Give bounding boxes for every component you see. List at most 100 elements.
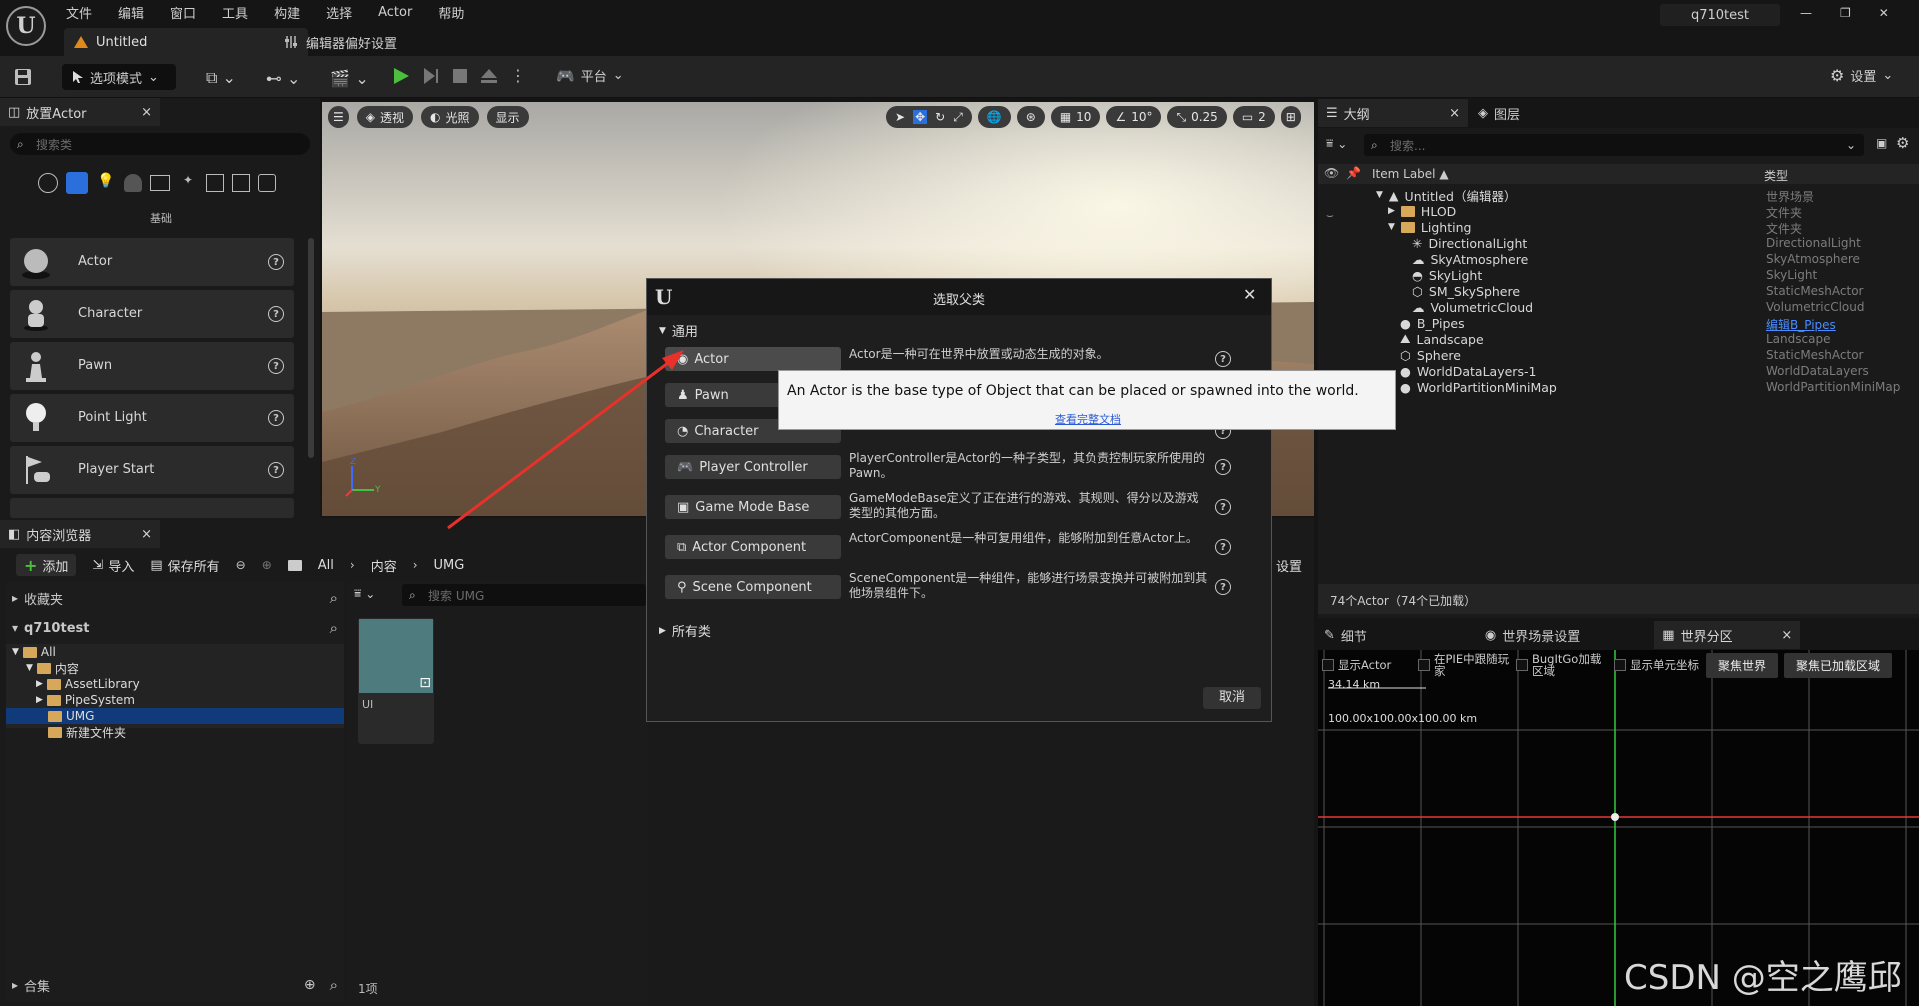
cinematics-icon[interactable]: 🎬 ⌄ — [330, 69, 368, 88]
help-icon[interactable]: ? — [268, 462, 284, 478]
content-settings-button[interactable]: 设置 — [1276, 556, 1302, 575]
favorites-header[interactable]: ▸ 收藏夹 ⌕ — [12, 588, 338, 608]
close-icon[interactable]: ✕ — [1243, 285, 1256, 304]
add-actor-icon[interactable]: ⧉ ⌄ — [206, 68, 236, 88]
menu-actor[interactable]: Actor — [378, 5, 412, 20]
select-tool-icon[interactable]: ➤ — [895, 110, 905, 124]
close-icon[interactable]: × — [1781, 628, 1792, 643]
menu-file[interactable]: 文件 — [66, 3, 92, 22]
world-local-toggle[interactable]: 🌐 — [977, 106, 1011, 128]
tab-outliner[interactable]: ☰ 大纲 × — [1318, 99, 1468, 127]
filter-dropdown[interactable]: ⩸ ⌄ — [354, 586, 375, 601]
recent-icon[interactable] — [38, 173, 58, 193]
column-type[interactable]: 类型 — [1764, 167, 1788, 184]
basic-icon[interactable] — [66, 172, 88, 194]
menu-build[interactable]: 构建 — [274, 3, 300, 22]
column-item-label[interactable]: Item Label ▲ — [1372, 167, 1449, 181]
tree-item-all[interactable]: ▼ All — [6, 644, 344, 660]
show-button[interactable]: 显示 — [486, 106, 529, 128]
help-icon[interactable]: ? — [268, 254, 284, 270]
add-folder-icon[interactable]: ▣ — [1876, 136, 1887, 150]
settings-dropdown[interactable]: ⚙ 设置 ⌄ — [1830, 66, 1893, 85]
path-all[interactable]: All — [318, 558, 334, 573]
add-collection-icon[interactable]: ⊕ — [304, 977, 316, 993]
search-icon[interactable]: ⌕ — [330, 619, 338, 637]
help-icon[interactable]: ? — [1215, 459, 1231, 475]
close-icon[interactable]: × — [141, 527, 152, 542]
viewport-layout-button[interactable]: ⊞ — [1280, 106, 1301, 128]
tree-item-new-folder[interactable]: 新建文件夹 — [6, 724, 344, 740]
outliner-row-worldpartitionminimap[interactable]: ● WorldPartitionMiniMap — [1400, 378, 1557, 396]
project-header[interactable]: ▾ q710test ⌕ — [12, 618, 338, 638]
asset-search-input[interactable]: ⌕ 搜索 UMG — [402, 584, 646, 606]
help-icon[interactable]: ? — [1215, 499, 1231, 515]
cell-coords-checkbox[interactable]: 显示单元坐标 — [1614, 659, 1700, 671]
asset-tile-ui[interactable]: ⊡ UI — [358, 618, 434, 744]
shapes-icon[interactable] — [124, 174, 142, 192]
all-classes-icon[interactable] — [258, 174, 276, 192]
place-actor-point-light[interactable]: Point Light ? — [10, 394, 294, 442]
focus-loaded-button[interactable]: 聚焦已加载区域 — [1784, 652, 1893, 678]
tab-world-partition[interactable]: ▦ 世界分区 × — [1654, 621, 1801, 649]
tab-world-settings[interactable]: ◉ 世界场景设置 — [1485, 626, 1580, 645]
menu-tools[interactable]: 工具 — [222, 3, 248, 22]
grid-snap-button[interactable]: ▦ 10 — [1050, 106, 1101, 128]
blueprint-icon[interactable]: ⊷ ⌄ — [266, 69, 301, 88]
selection-mode-dropdown[interactable]: 选项模式 ⌄ — [62, 64, 176, 90]
class-button-scene-component[interactable]: ⚲ Scene Component — [665, 575, 841, 599]
close-icon[interactable]: × — [1449, 106, 1460, 121]
geometry-icon[interactable] — [206, 174, 224, 192]
menu-edit[interactable]: 编辑 — [118, 3, 144, 22]
cancel-button[interactable]: 取消 — [1203, 687, 1261, 709]
outliner-filter-dropdown[interactable]: ⩸ ⌄ — [1326, 136, 1347, 151]
focus-world-button[interactable]: 聚焦世界 — [1706, 652, 1779, 678]
back-icon[interactable]: ⊖ — [236, 558, 246, 572]
viewport-menu-button[interactable]: ☰ — [328, 106, 349, 128]
search-icon[interactable]: ⌕ — [330, 976, 338, 994]
volumes-icon[interactable] — [232, 174, 250, 192]
tree-item-pipesystem[interactable]: ▶ PipeSystem — [6, 692, 344, 708]
section-all-classes-header[interactable]: ▶ 所有类 — [659, 621, 711, 640]
more-options-icon[interactable]: ⋮ — [510, 66, 526, 85]
pin-icon[interactable]: 📌 — [1346, 166, 1361, 180]
save-icon[interactable] — [14, 68, 32, 86]
menu-help[interactable]: 帮助 — [438, 3, 464, 22]
collections-header[interactable]: ▸ 合集 ⊕ ⌕ — [12, 974, 338, 996]
outliner-search-input[interactable]: ⌕ 搜索... ⌄ — [1364, 134, 1864, 156]
menu-select[interactable]: 选择 — [326, 3, 352, 22]
visual-effects-icon[interactable]: ✦ — [178, 173, 198, 193]
follow-player-checkbox[interactable]: 在PIE中跟随玩家 — [1418, 653, 1510, 677]
tree-item-umg[interactable]: UMG — [6, 708, 344, 724]
eject-icon[interactable] — [480, 68, 498, 84]
surface-snap-toggle[interactable]: ⊛ — [1016, 106, 1045, 128]
place-actor-player-start[interactable]: Player Start ? — [10, 446, 294, 494]
import-button[interactable]: ⇲ 导入 — [92, 556, 134, 575]
stop-icon[interactable] — [452, 68, 468, 84]
tab-editor-preferences[interactable]: 编辑器偏好设置 — [284, 30, 397, 54]
place-actor-character[interactable]: Character ? — [10, 290, 294, 338]
place-actor-more[interactable] — [10, 498, 294, 518]
camera-speed-button[interactable]: ▭ 2 — [1232, 106, 1275, 128]
tree-item-content[interactable]: ▼ 内容 — [6, 660, 344, 676]
tooltip-docs-link[interactable]: 查看完整文档 — [779, 411, 1397, 427]
forward-icon[interactable]: ⊕ — [262, 558, 272, 572]
help-icon[interactable]: ? — [268, 358, 284, 374]
show-actors-checkbox[interactable]: 显示Actor — [1322, 657, 1412, 673]
scale-snap-button[interactable]: ⤡ 0.25 — [1167, 106, 1227, 128]
minimize-icon[interactable]: — — [1800, 6, 1812, 20]
translate-tool-icon[interactable]: ✥ — [913, 110, 928, 124]
save-all-button[interactable]: ▤ 保存所有 — [150, 556, 219, 575]
gear-icon[interactable]: ⚙ — [1896, 134, 1909, 152]
rotate-tool-icon[interactable]: ↻ — [935, 110, 945, 124]
scale-tool-icon[interactable]: ⤢ — [953, 110, 963, 125]
help-icon[interactable]: ? — [1215, 539, 1231, 555]
close-icon[interactable]: ✕ — [1879, 6, 1889, 20]
play-icon[interactable] — [392, 67, 410, 85]
help-icon[interactable]: ? — [1215, 351, 1231, 367]
search-icon[interactable]: ⌕ — [330, 589, 338, 607]
path-umg[interactable]: UMG — [434, 558, 465, 573]
edit-blueprint-link[interactable]: 编辑B_Pipes — [1766, 316, 1836, 333]
help-icon[interactable]: ? — [268, 410, 284, 426]
close-icon[interactable]: × — [141, 105, 152, 120]
bugitgo-checkbox[interactable]: BugItGo加载区域 — [1516, 653, 1608, 677]
